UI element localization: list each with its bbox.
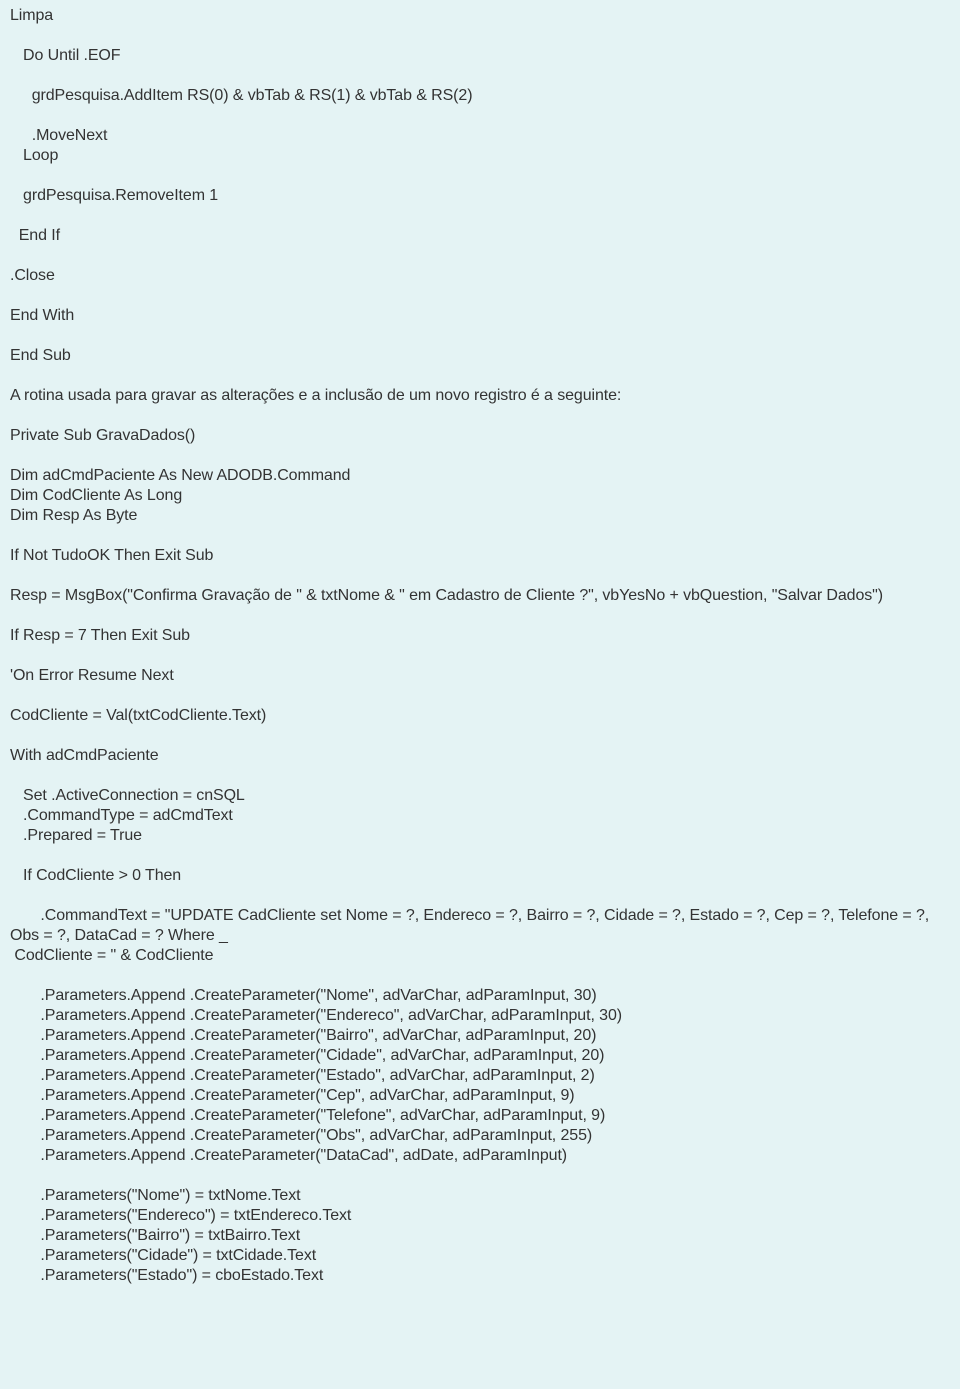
code-block-gravadados: Private Sub GravaDados() Dim adCmdPacien…: [0, 420, 960, 1300]
code-block-limpa: Limpa Do Until .EOF grdPesquisa.AddItem …: [0, 0, 960, 380]
paragraph-intro-gravadados: A rotina usada para gravar as alterações…: [0, 380, 960, 420]
